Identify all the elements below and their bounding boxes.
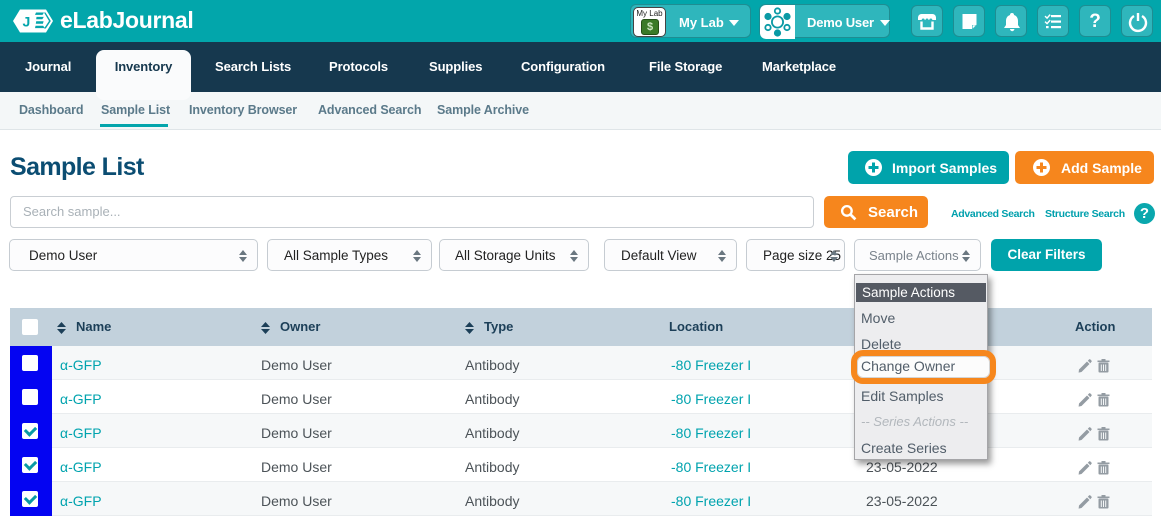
svg-text:J: J (23, 14, 31, 30)
